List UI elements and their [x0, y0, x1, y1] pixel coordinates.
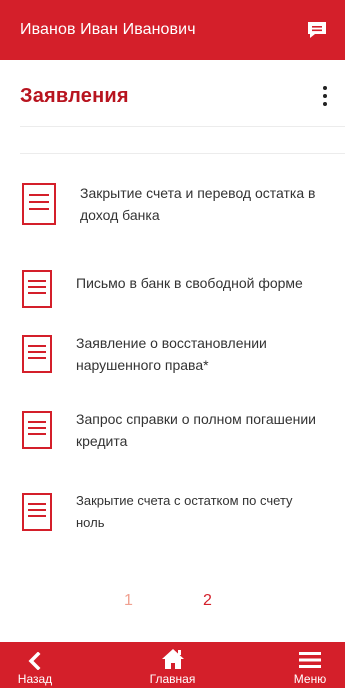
document-icon — [22, 493, 52, 531]
document-icon — [22, 411, 52, 449]
bottom-nav: Назад Главная Меню — [0, 642, 345, 688]
pagination: 1 2 — [0, 588, 345, 618]
chat-icon — [308, 22, 326, 38]
divider — [20, 153, 345, 154]
page-header: Заявления — [0, 60, 345, 132]
document-icon — [22, 335, 52, 373]
chat-button[interactable] — [303, 16, 331, 44]
list-item-close-account-zero-balance[interactable]: Закрытие счета с остатком по счету ноль — [22, 490, 335, 534]
menu-button[interactable]: Меню — [275, 642, 345, 688]
list-item-close-account-transfer[interactable]: Закрытие счета и перевод остатка в доход… — [22, 182, 335, 226]
home-button[interactable]: Главная — [138, 642, 208, 688]
menu-label: Меню — [293, 672, 327, 686]
list-item-label: Закрытие счета с остатком по счету ноль — [76, 493, 293, 530]
list-item-loan-repayment-certificate[interactable]: Запрос справки о полном погашении кредит… — [22, 408, 335, 452]
list-item-label: Письмо в банк в свободной форме — [76, 275, 303, 291]
page-title: Заявления — [20, 84, 129, 107]
list-item-restore-right[interactable]: Заявление о восстановлении нарушенного п… — [22, 332, 335, 376]
list-item-free-form-letter[interactable]: Письмо в банк в свободной форме — [22, 270, 335, 308]
page-1-link[interactable]: 1 — [124, 592, 133, 610]
list-item-label: Запрос справки о полном погашении кредит… — [76, 411, 316, 449]
document-icon — [22, 270, 52, 308]
home-label: Главная — [149, 672, 196, 686]
back-button[interactable]: Назад — [0, 642, 70, 688]
home-icon — [161, 649, 184, 669]
page-2-link[interactable]: 2 — [203, 592, 212, 610]
user-name: Иванов Иван Иванович — [20, 21, 196, 38]
more-vertical-icon[interactable] — [315, 82, 335, 110]
back-label: Назад — [17, 672, 53, 686]
top-bar: Иванов Иван Иванович — [0, 0, 345, 60]
document-icon — [22, 183, 56, 225]
list-item-label: Закрытие счета и перевод остатка в доход… — [80, 185, 316, 223]
hamburger-menu-icon — [299, 652, 321, 668]
list-item-label: Заявление о восстановлении нарушенного п… — [76, 335, 267, 373]
chevron-left-icon — [28, 652, 41, 670]
divider — [20, 126, 345, 127]
